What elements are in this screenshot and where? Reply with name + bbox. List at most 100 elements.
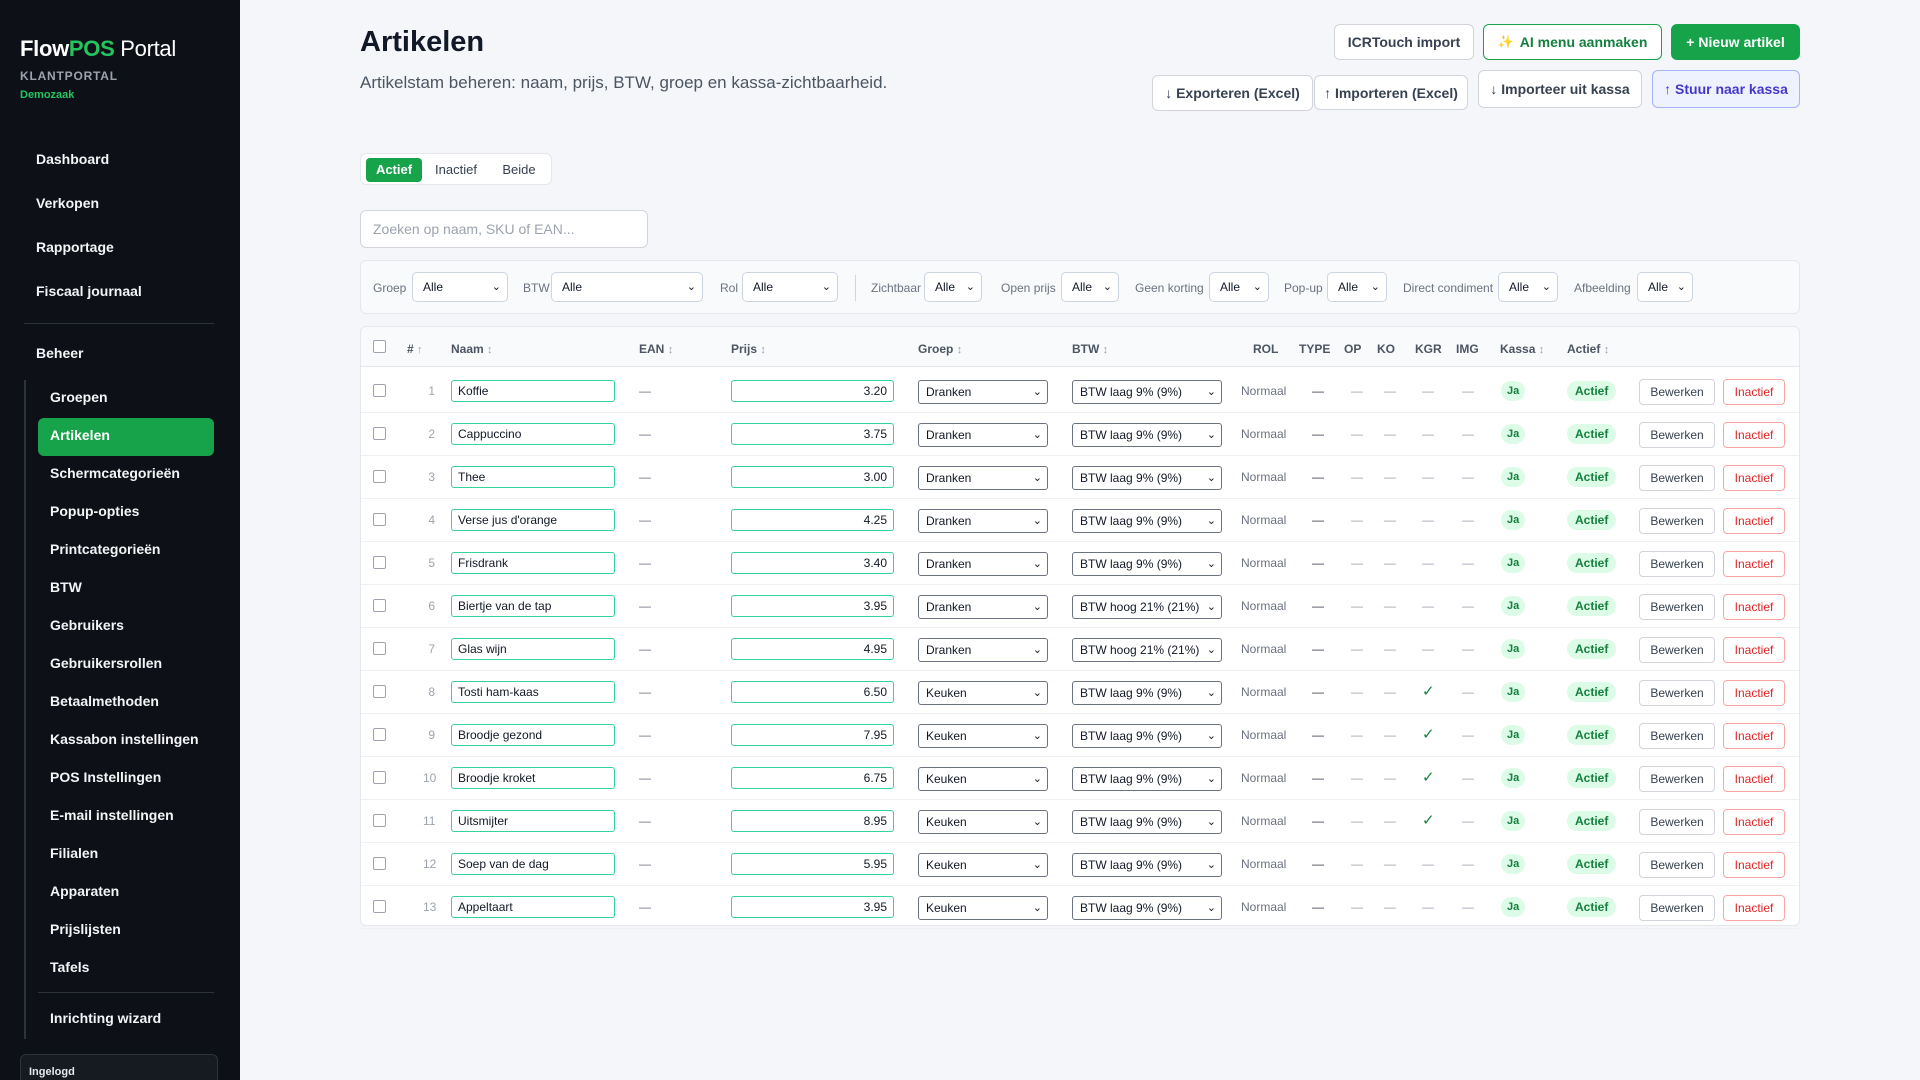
filter-geen-korting-select[interactable]: Alle ⌄ [1209,272,1269,302]
filter-rol-select[interactable]: Alle ⌄ [742,272,838,302]
row-checkbox[interactable] [373,642,386,655]
edit-button[interactable]: Bewerken [1639,766,1715,792]
edit-button[interactable]: Bewerken [1639,723,1715,749]
search-input[interactable]: Zoeken op naam, SKU of EAN... [360,210,648,248]
column-header-prijs[interactable]: Prijs ↕ [731,342,766,356]
column-header-naam[interactable]: Naam ↕ [451,342,493,356]
row-checkbox[interactable] [373,728,386,741]
btw-select[interactable]: BTW laag 9% (9%) ⌄ [1072,810,1222,834]
import-excel-button[interactable]: ↑ Importeren (Excel) [1314,75,1468,110]
sidebar-item-inrichting-wizard[interactable]: Inrichting wizard [38,1001,214,1039]
sidebar-item-groepen[interactable]: Groepen [38,380,214,418]
column-header-num[interactable]: # ↑ [407,342,423,356]
sidebar-item-rapportage[interactable]: Rapportage [24,228,214,272]
row-checkbox[interactable] [373,427,386,440]
edit-button[interactable]: Bewerken [1639,852,1715,878]
edit-button[interactable]: Bewerken [1639,895,1715,921]
sidebar-item-gebruikersrollen[interactable]: Gebruikersrollen [38,646,214,684]
column-header-ean[interactable]: EAN ↕ [639,342,673,356]
edit-button[interactable]: Bewerken [1639,465,1715,491]
column-header-btw[interactable]: BTW ↕ [1072,342,1108,356]
btw-select[interactable]: BTW laag 9% (9%) ⌄ [1072,380,1222,404]
sidebar-item-filialen[interactable]: Filialen [38,836,214,874]
sidebar-item-btw[interactable]: BTW [38,570,214,608]
price-input[interactable]: 6.75 [731,767,894,789]
deactivate-button[interactable]: Inactief [1723,508,1785,534]
sidebar-item-email-instellingen[interactable]: E-mail instellingen [38,798,214,836]
send-to-kassa-button[interactable]: ↑ Stuur naar kassa [1652,70,1800,108]
group-select[interactable]: Dranken ⌄ [918,552,1048,576]
btw-select[interactable]: BTW laag 9% (9%) ⌄ [1072,681,1222,705]
deactivate-button[interactable]: Inactief [1723,766,1785,792]
name-input[interactable]: Cappuccino [451,423,615,445]
row-checkbox[interactable] [373,556,386,569]
deactivate-button[interactable]: Inactief [1723,551,1785,577]
edit-button[interactable]: Bewerken [1639,508,1715,534]
row-checkbox[interactable] [373,384,386,397]
row-checkbox[interactable] [373,857,386,870]
name-input[interactable]: Glas wijn [451,638,615,660]
deactivate-button[interactable]: Inactief [1723,422,1785,448]
group-select[interactable]: Keuken ⌄ [918,724,1048,748]
sidebar-item-apparaten[interactable]: Apparaten [38,874,214,912]
btw-select[interactable]: BTW laag 9% (9%) ⌄ [1072,509,1222,533]
row-checkbox[interactable] [373,814,386,827]
sidebar-item-pos-instellingen[interactable]: POS Instellingen [38,760,214,798]
btw-select[interactable]: BTW laag 9% (9%) ⌄ [1072,724,1222,748]
sidebar-item-schermcategorieen[interactable]: Schermcategorieën [38,456,214,494]
btw-select[interactable]: BTW hoog 21% (21%) ⌄ [1072,595,1222,619]
name-input[interactable]: Frisdrank [451,552,615,574]
column-header-actief[interactable]: Actief ↕ [1567,342,1609,356]
row-checkbox[interactable] [373,685,386,698]
sidebar-item-betaalmethoden[interactable]: Betaalmethoden [38,684,214,722]
deactivate-button[interactable]: Inactief [1723,379,1785,405]
name-input[interactable]: Appeltaart [451,896,615,918]
btw-select[interactable]: BTW laag 9% (9%) ⌄ [1072,552,1222,576]
sidebar-item-fiscaal-journaal[interactable]: Fiscaal journaal [24,272,214,316]
price-input[interactable]: 3.95 [731,595,894,617]
row-checkbox[interactable] [373,900,386,913]
status-tab-inactief[interactable]: Inactief [426,158,486,182]
filter-open-prijs-select[interactable]: Alle ⌄ [1061,272,1119,302]
group-select[interactable]: Keuken ⌄ [918,853,1048,877]
group-select[interactable]: Keuken ⌄ [918,896,1048,920]
edit-button[interactable]: Bewerken [1639,551,1715,577]
price-input[interactable]: 8.95 [731,810,894,832]
sidebar-item-verkopen[interactable]: Verkopen [24,184,214,228]
btw-select[interactable]: BTW laag 9% (9%) ⌄ [1072,896,1222,920]
sidebar-item-gebruikers[interactable]: Gebruikers [38,608,214,646]
sidebar-item-dashboard[interactable]: Dashboard [24,140,214,184]
price-input[interactable]: 6.50 [731,681,894,703]
price-input[interactable]: 5.95 [731,853,894,875]
row-checkbox[interactable] [373,513,386,526]
export-excel-button[interactable]: ↓ Exporteren (Excel) [1152,75,1313,111]
name-input[interactable]: Koffie [451,380,615,402]
price-input[interactable]: 4.25 [731,509,894,531]
name-input[interactable]: Soep van de dag [451,853,615,875]
filter-zichtbaar-select[interactable]: Alle ⌄ [924,272,982,302]
name-input[interactable]: Tosti ham-kaas [451,681,615,703]
btw-select[interactable]: BTW laag 9% (9%) ⌄ [1072,767,1222,791]
group-select[interactable]: Dranken ⌄ [918,423,1048,447]
deactivate-button[interactable]: Inactief [1723,723,1785,749]
group-select[interactable]: Keuken ⌄ [918,810,1048,834]
filter-btw-select[interactable]: Alle ⌄ [551,272,703,302]
ai-menu-button[interactable]: ✨ AI menu aanmaken [1483,24,1662,60]
price-input[interactable]: 3.75 [731,423,894,445]
edit-button[interactable]: Bewerken [1639,594,1715,620]
group-select[interactable]: Dranken ⌄ [918,466,1048,490]
deactivate-button[interactable]: Inactief [1723,852,1785,878]
row-checkbox[interactable] [373,470,386,483]
btw-select[interactable]: BTW laag 9% (9%) ⌄ [1072,423,1222,447]
row-checkbox[interactable] [373,599,386,612]
name-input[interactable]: Biertje van de tap [451,595,615,617]
price-input[interactable]: 3.40 [731,552,894,574]
deactivate-button[interactable]: Inactief [1723,465,1785,491]
price-input[interactable]: 3.00 [731,466,894,488]
edit-button[interactable]: Bewerken [1639,422,1715,448]
price-input[interactable]: 3.95 [731,896,894,918]
edit-button[interactable]: Bewerken [1639,637,1715,663]
edit-button[interactable]: Bewerken [1639,379,1715,405]
status-tab-beide[interactable]: Beide [491,158,547,182]
deactivate-button[interactable]: Inactief [1723,809,1785,835]
